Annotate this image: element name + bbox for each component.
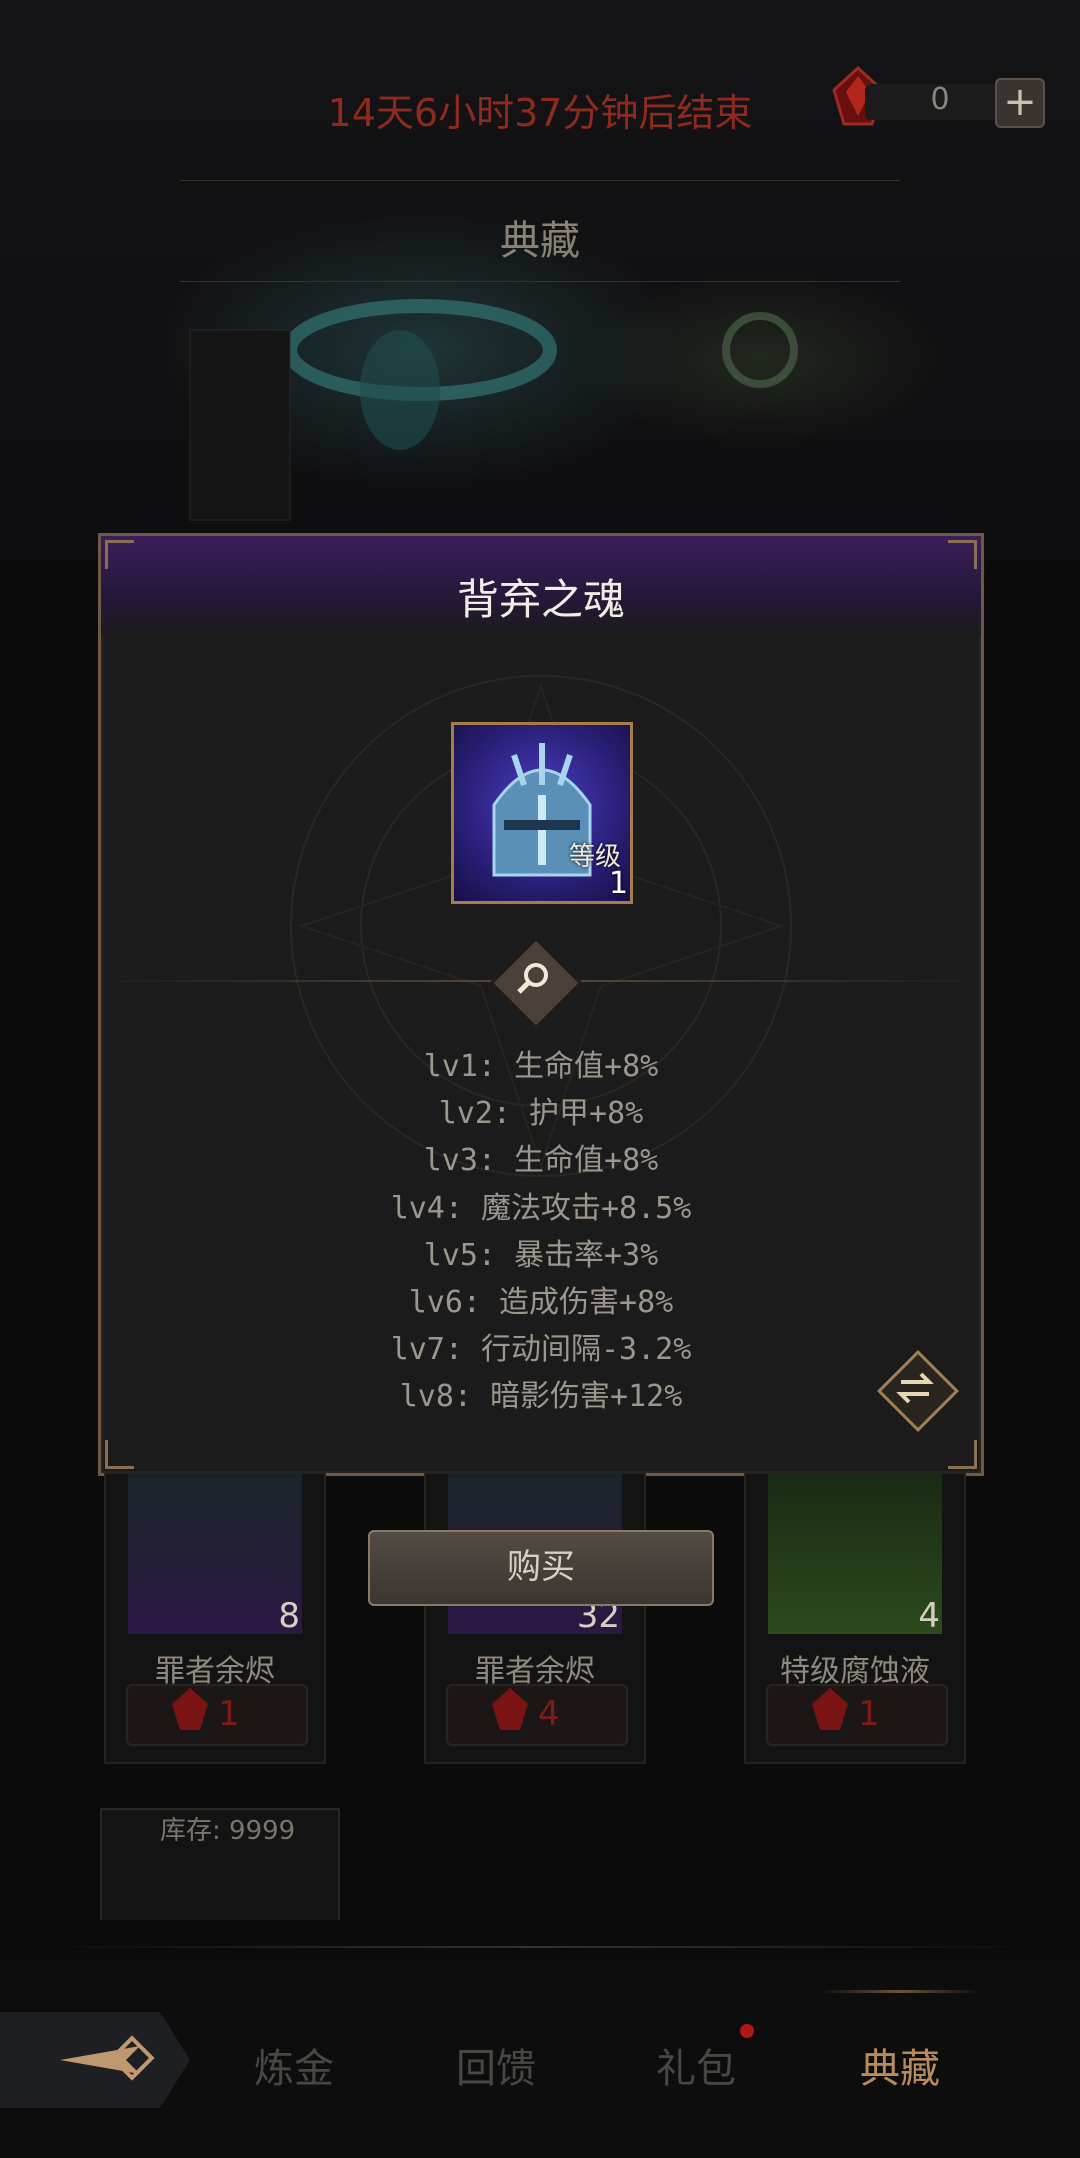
shop-item-card[interactable]: 8 罪者余烬 1 [104,1472,326,1764]
stat-line: lv4: 魔法攻击+8.5% [390,1191,692,1226]
item-price: 1 [858,1694,880,1734]
item-price: 1 [218,1694,240,1734]
stat-line: lv5: 暴击率+3% [423,1238,659,1273]
helmet-icon [492,743,592,877]
nav-divider [40,1946,1040,1948]
stat-line: lv1: 生命值+8% [423,1049,659,1084]
stat-line: lv2: 护甲+8% [438,1096,644,1131]
add-currency-button[interactable]: + [995,78,1045,128]
price-box [126,1684,308,1746]
stat-line: lv3: 生命值+8% [423,1143,659,1178]
ember-image [128,1474,302,1634]
tab-gifts[interactable]: 礼包 [656,2036,736,2094]
stat-line: lv6: 造成伤害+8% [408,1285,674,1320]
buy-button[interactable]: 购买 [368,1530,714,1606]
swap-icon[interactable] [891,1366,939,1410]
magnify-icon[interactable] [513,958,555,1000]
tab-active-indicator [820,1990,980,1993]
notification-dot [740,2024,754,2038]
currency-value: 0 [930,82,950,117]
red-gem-icon [812,1688,848,1730]
stat-line: lv7: 行动间隔-3.2% [390,1332,692,1367]
item-detail-modal: 背弃之魂 等级 1 lv1: 生命值+8% lv2: 护甲+8% lv3: 生命… [98,533,984,1476]
stock-label: 库存: 9999 [160,1816,296,1846]
shop-item-card[interactable]: 32 罪者余烬 4 [424,1472,646,1764]
item-price: 4 [538,1694,560,1734]
page-title: 典藏 [500,218,580,264]
currency-display: 0 + [820,78,1045,128]
corner-ornament [105,540,134,569]
corner-ornament [948,540,977,569]
price-box [766,1684,948,1746]
item-icon-frame[interactable] [451,722,633,904]
red-gem-icon [492,1688,528,1730]
stat-line: lv8: 暗影伤害+12% [399,1379,683,1414]
tab-collection[interactable]: 典藏 [860,2036,940,2094]
shop-item-card[interactable]: 4 特级腐蚀液 1 [744,1472,966,1764]
price-box [446,1684,628,1746]
back-arrow-icon [60,2035,155,2081]
corner-ornament [948,1440,977,1469]
item-level: 1 [609,866,629,901]
corner-ornament [105,1440,134,1469]
modal-title: 背弃之魂 [456,575,625,624]
red-gem-icon [172,1688,208,1730]
tab-rewards[interactable]: 回馈 [456,2036,536,2094]
flask-image [768,1474,942,1634]
tab-alchemy[interactable]: 炼金 [254,2036,334,2094]
back-button[interactable] [0,2012,190,2108]
item-count: 8 [278,1596,300,1636]
item-count: 4 [918,1596,940,1636]
